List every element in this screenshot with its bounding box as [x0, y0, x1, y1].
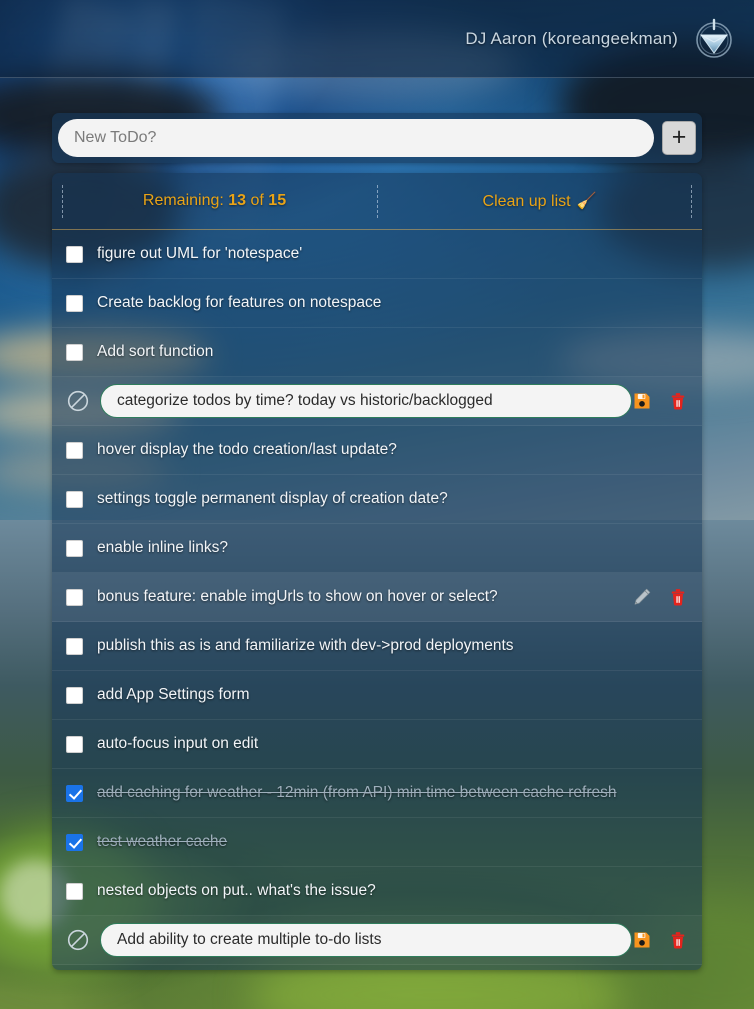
delete-todo-icon[interactable] [668, 930, 688, 950]
todo-row[interactable]: auto-focus input on edit [52, 720, 702, 769]
save-todo-icon[interactable] [632, 391, 652, 411]
app-logo-diamond-icon[interactable] [690, 15, 738, 63]
save-todo-icon[interactable] [632, 930, 652, 950]
delete-todo-icon[interactable] [668, 391, 688, 411]
cancel-edit-icon[interactable] [66, 928, 90, 952]
remaining-counter[interactable]: Remaining: 13 of 15 [52, 192, 377, 210]
summary-divider-right [691, 185, 692, 218]
todo-edit-input[interactable] [100, 384, 632, 418]
row-actions [632, 930, 688, 950]
clean-up-list-button[interactable]: Clean up list 🧹 [377, 191, 702, 211]
todo-label[interactable]: hover display the todo creation/last upd… [97, 441, 397, 459]
todo-edit-input[interactable] [100, 923, 632, 957]
remaining-prefix: Remaining: [142, 192, 229, 209]
remaining-count: 13 [228, 192, 247, 209]
row-actions [632, 587, 688, 607]
todo-checkbox[interactable] [66, 686, 83, 704]
user-name-label: DJ Aaron (koreangeekman) [465, 28, 678, 48]
cancel-edit-icon[interactable] [66, 389, 90, 413]
todo-checkbox[interactable] [66, 441, 83, 459]
summary-divider-left [62, 185, 63, 218]
todo-checkbox[interactable] [66, 588, 83, 606]
todo-label[interactable]: settings toggle permanent display of cre… [97, 490, 448, 508]
todo-row[interactable]: test weather cache [52, 818, 702, 867]
list-summary-bar: Remaining: 13 of 15 Clean up list 🧹 [52, 173, 702, 230]
todo-checkbox[interactable] [66, 294, 83, 312]
todo-row[interactable]: Create backlog for features on notespace [52, 279, 702, 328]
todo-label[interactable]: Add sort function [97, 343, 213, 361]
todo-checkbox[interactable] [66, 637, 83, 655]
todo-row[interactable]: bonus feature: enable imgUrls to show on… [52, 573, 702, 622]
remaining-middle: of [246, 192, 269, 209]
todo-checkbox[interactable] [66, 784, 83, 802]
new-todo-input[interactable] [58, 119, 654, 157]
todo-list-panel: Remaining: 13 of 15 Clean up list 🧹 figur… [52, 173, 702, 970]
summary-divider-middle [377, 185, 378, 218]
todo-label[interactable]: nested objects on put.. what's the issue… [97, 882, 376, 900]
todo-checkbox[interactable] [66, 833, 83, 851]
clean-up-list-label: Clean up list [482, 193, 571, 210]
todo-checkbox[interactable] [66, 490, 83, 508]
todo-row[interactable]: add App Settings form [52, 671, 702, 720]
todo-row[interactable]: enable inline links? [52, 524, 702, 573]
todo-label[interactable]: publish this as is and familiarize with … [97, 637, 514, 655]
todo-checkbox[interactable] [66, 735, 83, 753]
todo-row[interactable] [52, 377, 702, 426]
todo-checkbox[interactable] [66, 882, 83, 900]
todo-row[interactable]: hover display the todo creation/last upd… [52, 426, 702, 475]
total-count: 15 [268, 192, 287, 209]
todo-label[interactable]: add caching for weather - 12min (from AP… [97, 784, 617, 802]
edit-todo-icon[interactable] [632, 587, 652, 607]
row-actions [632, 391, 688, 411]
todo-label[interactable]: test weather cache [97, 833, 227, 851]
todo-label[interactable]: auto-focus input on edit [97, 735, 258, 753]
todo-checkbox[interactable] [66, 539, 83, 557]
broom-icon: 🧹 [576, 193, 597, 210]
delete-todo-icon[interactable] [668, 587, 688, 607]
add-todo-button[interactable]: + [662, 121, 696, 155]
todo-label[interactable]: figure out UML for 'notespace' [97, 245, 302, 263]
app-header: DJ Aaron (koreangeekman) [0, 0, 754, 78]
todo-row[interactable]: publish this as is and familiarize with … [52, 622, 702, 671]
todo-row[interactable]: add caching for weather - 12min (from AP… [52, 769, 702, 818]
todo-label[interactable]: bonus feature: enable imgUrls to show on… [97, 588, 498, 606]
todo-label[interactable]: enable inline links? [97, 539, 228, 557]
todo-row[interactable]: Add sort function [52, 328, 702, 377]
todo-label[interactable]: Create backlog for features on notespace [97, 294, 381, 312]
todo-row[interactable]: settings toggle permanent display of cre… [52, 475, 702, 524]
new-todo-panel: + [52, 113, 702, 163]
todo-checkbox[interactable] [66, 343, 83, 361]
todo-row[interactable]: nested objects on put.. what's the issue… [52, 867, 702, 916]
todo-row[interactable]: figure out UML for 'notespace' [52, 230, 702, 279]
todo-label[interactable]: add App Settings form [97, 686, 250, 704]
todo-row[interactable] [52, 916, 702, 965]
todo-rows-container: figure out UML for 'notespace' Create bac… [52, 230, 702, 965]
todo-checkbox[interactable] [66, 245, 83, 263]
